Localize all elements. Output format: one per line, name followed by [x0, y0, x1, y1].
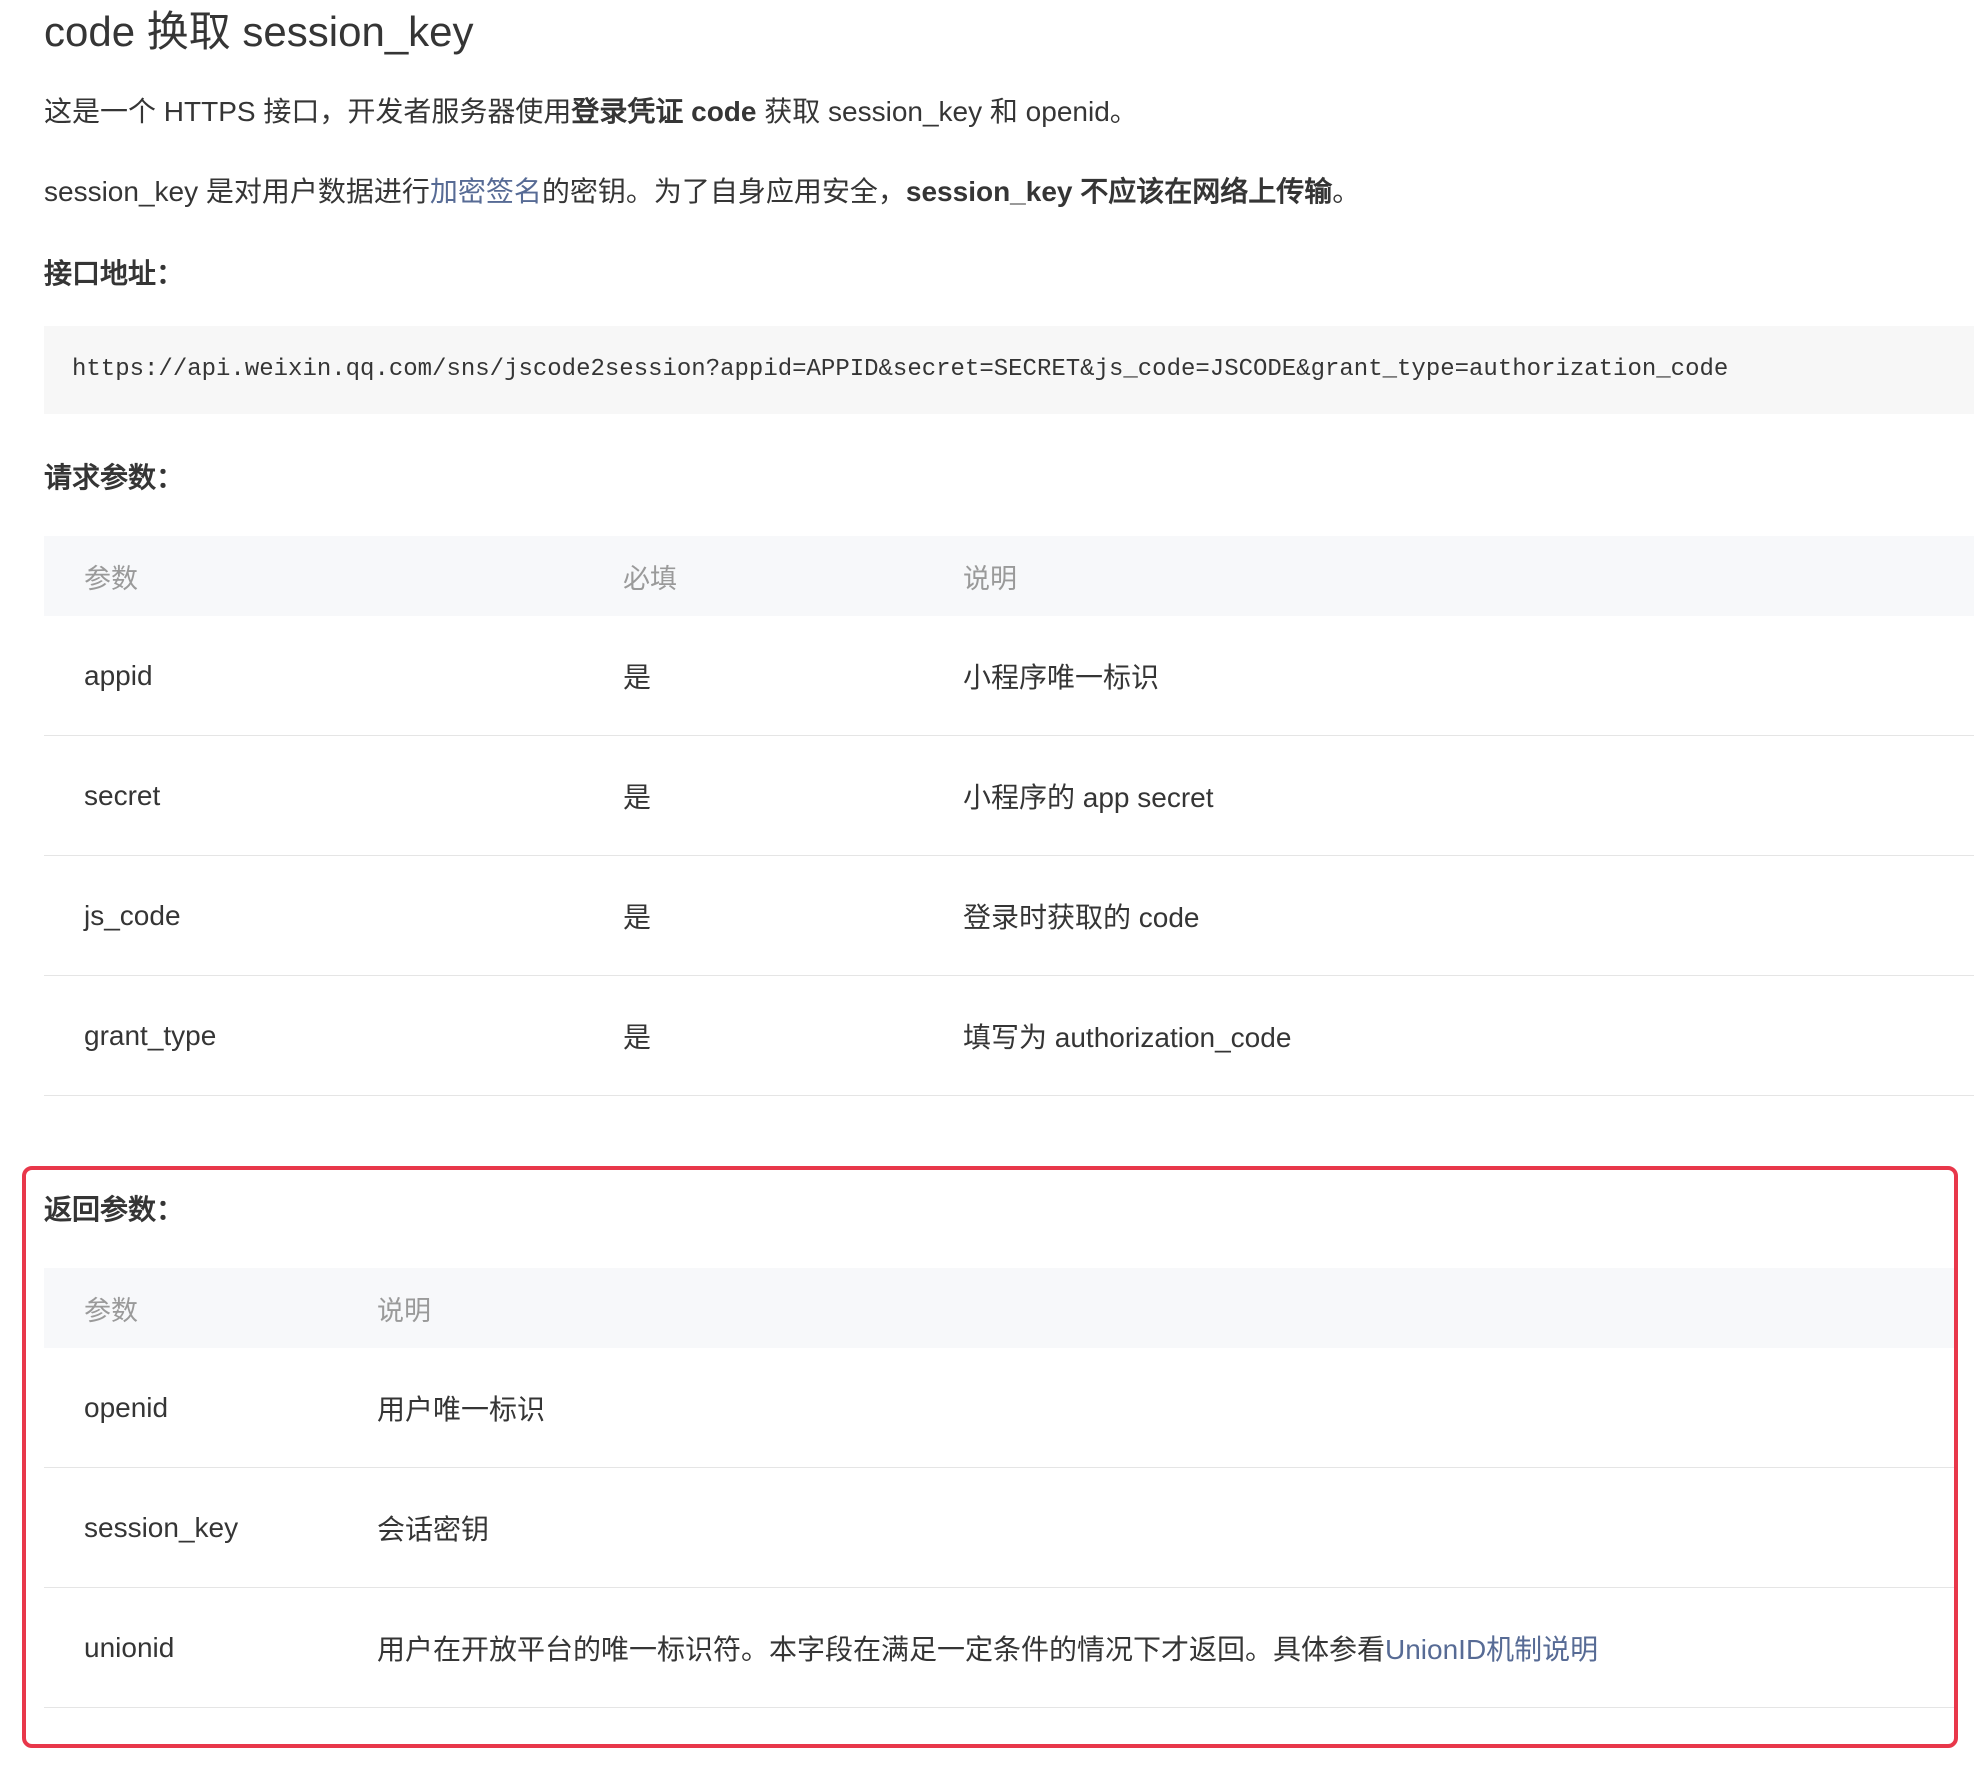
param-description: 会话密钥 — [337, 1467, 1956, 1588]
table-row: js_code 是 登录时获取的 code — [44, 855, 1974, 976]
param-required: 是 — [583, 855, 923, 976]
param-name: grant_type — [44, 975, 583, 1096]
endpoint-label: 接口地址： — [44, 258, 185, 289]
table-row: grant_type 是 填写为 authorization_code — [44, 975, 1974, 1096]
param-name: openid — [44, 1348, 337, 1468]
response-params-label: 返回参数： — [44, 1194, 185, 1225]
header-param: 参数 — [44, 1268, 337, 1348]
param-description: 用户唯一标识 — [337, 1348, 1956, 1468]
table-row: secret 是 小程序的 app secret — [44, 735, 1974, 856]
unionid-mechanism-link[interactable]: UnionID机制说明 — [1385, 1634, 1598, 1665]
header-required: 必填 — [583, 536, 923, 616]
table-header-row: 参数 说明 — [44, 1268, 1956, 1348]
intro-p2-bold: session_key 不应该在网络上传输 — [905, 176, 1333, 207]
param-name: secret — [44, 735, 583, 856]
intro-paragraph-2: session_key 是对用户数据进行加密签名的密钥。为了自身应用安全，ses… — [44, 172, 1360, 212]
intro-paragraph-1: 这是一个 HTTPS 接口，开发者服务器使用登录凭证 code 获取 sessi… — [44, 92, 1138, 132]
param-required: 是 — [583, 616, 923, 736]
response-params-table: 参数 说明 openid 用户唯一标识 session_key 会话密钥 uni… — [44, 1268, 1956, 1708]
table-row: unionid 用户在开放平台的唯一标识符。本字段在满足一定条件的情况下才返回。… — [44, 1587, 1956, 1708]
intro-p2-middle: 的密钥。为了自身应用安全， — [541, 176, 906, 207]
param-description: 小程序的 app secret — [923, 735, 1974, 856]
param-name: unionid — [44, 1587, 337, 1708]
intro-p1-bold: 登录凭证 code — [571, 96, 757, 127]
intro-p1-prefix: 这是一个 HTTPS 接口，开发者服务器使用 — [44, 96, 572, 127]
table-row: appid 是 小程序唯一标识 — [44, 616, 1974, 736]
param-description: 登录时获取的 code — [923, 855, 1974, 976]
intro-p2-prefix: session_key 是对用户数据进行 — [44, 176, 430, 207]
param-name: appid — [44, 616, 583, 736]
param-description: 小程序唯一标识 — [923, 616, 1974, 736]
unionid-description-text: 用户在开放平台的唯一标识符。本字段在满足一定条件的情况下才返回。具体参看 — [377, 1633, 1386, 1665]
param-description: 填写为 authorization_code — [923, 975, 1974, 1096]
param-required: 是 — [583, 735, 923, 856]
param-name: session_key — [44, 1467, 337, 1588]
table-row: openid 用户唯一标识 — [44, 1348, 1956, 1468]
header-description: 说明 — [337, 1268, 1956, 1348]
request-params-label: 请求参数： — [44, 462, 185, 493]
endpoint-url-code: https://api.weixin.qq.com/sns/jscode2ses… — [44, 326, 1974, 414]
param-required: 是 — [583, 975, 923, 1096]
header-description: 说明 — [923, 536, 1974, 616]
header-param: 参数 — [44, 536, 583, 616]
table-row: session_key 会话密钥 — [44, 1467, 1956, 1588]
page-title: code 换取 session_key — [44, 8, 474, 55]
table-header-row: 参数 必填 说明 — [44, 536, 1974, 616]
encryption-signature-link[interactable]: 加密签名 — [430, 176, 542, 207]
param-name: js_code — [44, 855, 583, 976]
intro-p1-suffix: 获取 session_key 和 openid。 — [756, 96, 1138, 127]
intro-p2-suffix: 。 — [1332, 176, 1361, 207]
request-params-table: 参数 必填 说明 appid 是 小程序唯一标识 secret 是 小程序的 a… — [44, 536, 1974, 1096]
param-description: 用户在开放平台的唯一标识符。本字段在满足一定条件的情况下才返回。具体参看Unio… — [337, 1587, 1956, 1708]
